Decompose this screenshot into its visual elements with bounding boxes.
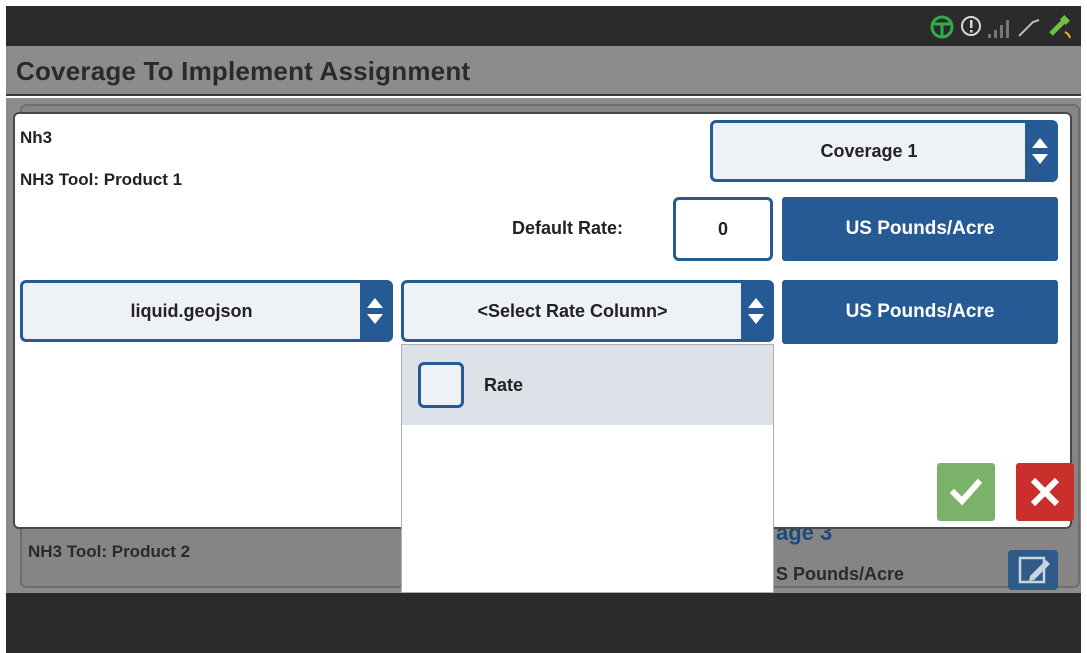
edit-icon: [1018, 556, 1050, 584]
confirm-button[interactable]: [937, 463, 995, 521]
file-select[interactable]: liquid.geojson: [20, 280, 393, 342]
cancel-button[interactable]: [1016, 463, 1074, 521]
spin-down-icon: [748, 314, 764, 324]
rate-checkbox[interactable]: [418, 362, 464, 408]
default-rate-label: Default Rate:: [512, 218, 624, 238]
checkmark-icon: [949, 478, 983, 506]
title-bar: Coverage To Implement Assignment: [6, 46, 1081, 96]
file-select-value: liquid.geojson: [130, 300, 253, 321]
close-icon: [1030, 477, 1060, 507]
default-rate-input[interactable]: 0: [673, 197, 773, 261]
rate-column-spinner[interactable]: [741, 283, 771, 339]
product-name-label: Nh3: [20, 128, 53, 147]
spin-up-icon: [748, 298, 764, 308]
alert-icon: [961, 16, 981, 36]
page-title: Coverage To Implement Assignment: [16, 56, 471, 86]
status-bar: [6, 6, 1081, 46]
coverage-select-value: Coverage 1: [820, 140, 918, 161]
gps-wheel-icon: [930, 15, 954, 39]
spin-up-icon: [1032, 138, 1048, 148]
signal-bars-icon: [988, 20, 1009, 38]
background-product2-label: NH3 Tool: Product 2: [28, 542, 191, 561]
edit-button: [1008, 550, 1058, 590]
coverage-select[interactable]: Coverage 1: [710, 120, 1058, 182]
file-spinner[interactable]: [360, 283, 390, 339]
spin-down-icon: [367, 314, 383, 324]
coverage-spinner[interactable]: [1025, 123, 1055, 179]
status-icons: [929, 14, 1073, 40]
antenna-icon: [1018, 19, 1040, 37]
rate-column-units-button[interactable]: US Pounds/Acre: [782, 280, 1058, 344]
rate-column-dropdown: Rate: [401, 344, 774, 593]
tool-label: NH3 Tool: Product 1: [20, 170, 183, 189]
rate-column-select-value: <Select Rate Column>: [477, 300, 668, 321]
background-units-label: S Pounds/Acre: [776, 564, 905, 584]
dropdown-item-rate[interactable]: Rate: [402, 345, 773, 425]
default-rate-units-button[interactable]: US Pounds/Acre: [782, 197, 1058, 261]
satellite-icon: [1049, 15, 1071, 39]
spin-down-icon: [1032, 154, 1048, 164]
dropdown-item-label: Rate: [484, 374, 524, 395]
spin-up-icon: [367, 298, 383, 308]
bottom-bar: [6, 593, 1081, 653]
rate-column-select[interactable]: <Select Rate Column>: [401, 280, 774, 342]
